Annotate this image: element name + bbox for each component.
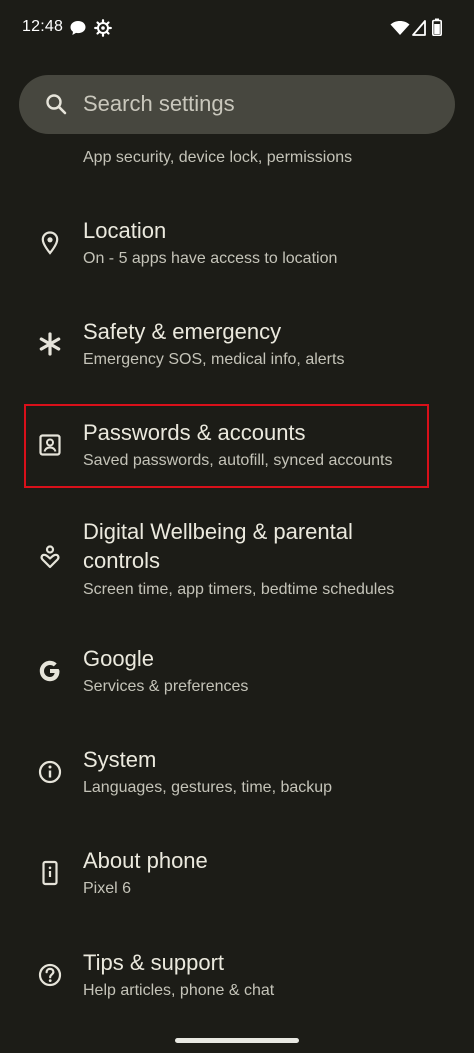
settings-item-title: Google [83,646,154,671]
security-item-subtitle: App security, device lock, permissions [83,149,353,166]
settings-item-title-line2: controls [83,548,161,573]
gear-icon [94,19,112,37]
location-pin-icon [41,231,59,255]
settings-item-system[interactable]: System Languages, gestures, time, backup [0,739,474,819]
settings-item-title: Safety & emergency [83,319,282,344]
settings-item-subtitle: Screen time, app timers, bedtime schedul… [83,581,395,598]
settings-item-title: System [83,747,157,772]
settings-item-tips-support[interactable]: Tips & support Help articles, phone & ch… [0,942,474,1022]
settings-item-safety-emergency[interactable]: Safety & emergency Emergency SOS, medica… [0,311,474,391]
settings-item-title-line1: Digital Wellbeing & parental [83,519,353,544]
wellbeing-icon [40,545,60,569]
search-bar[interactable]: Search settings [19,75,455,134]
search-icon [46,94,67,115]
settings-item-subtitle: Services & preferences [83,678,249,695]
settings-item-location[interactable]: Location On - 5 apps have access to loca… [0,210,474,290]
wifi-icon [390,21,410,35]
settings-item-subtitle: Help articles, phone & chat [83,982,275,999]
status-time: 12:48 [22,18,64,35]
settings-item-subtitle: On - 5 apps have access to location [83,250,338,267]
settings-item-subtitle: Pixel 6 [83,880,132,897]
settings-item-subtitle: Languages, gestures, time, backup [83,779,333,796]
chat-bubble-icon [70,21,86,35]
settings-screen: 12:48 Search settings App security, devi… [0,0,474,1053]
cell-signal-icon [412,20,426,36]
settings-item-title: About phone [83,848,208,873]
phone-icon [42,860,58,886]
settings-item-title: Tips & support [83,950,225,975]
settings-item-subtitle: Emergency SOS, medical info, alerts [83,351,345,368]
settings-item-google[interactable]: Google Services & preferences [0,638,474,718]
status-bar: 12:48 [0,0,474,56]
google-g-icon [39,660,60,682]
asterisk-icon [39,332,61,356]
settings-item-title: Location [83,218,167,243]
search-placeholder: Search settings [83,91,235,116]
gesture-nav-handle[interactable] [175,1038,299,1043]
info-icon [38,760,62,784]
help-icon [38,963,62,987]
battery-icon [432,18,442,36]
settings-item-digital-wellbeing[interactable]: Digital Wellbeing & parental controls Sc… [0,512,474,622]
highlight-box [24,404,429,488]
settings-item-about-phone[interactable]: About phone Pixel 6 [0,840,474,920]
